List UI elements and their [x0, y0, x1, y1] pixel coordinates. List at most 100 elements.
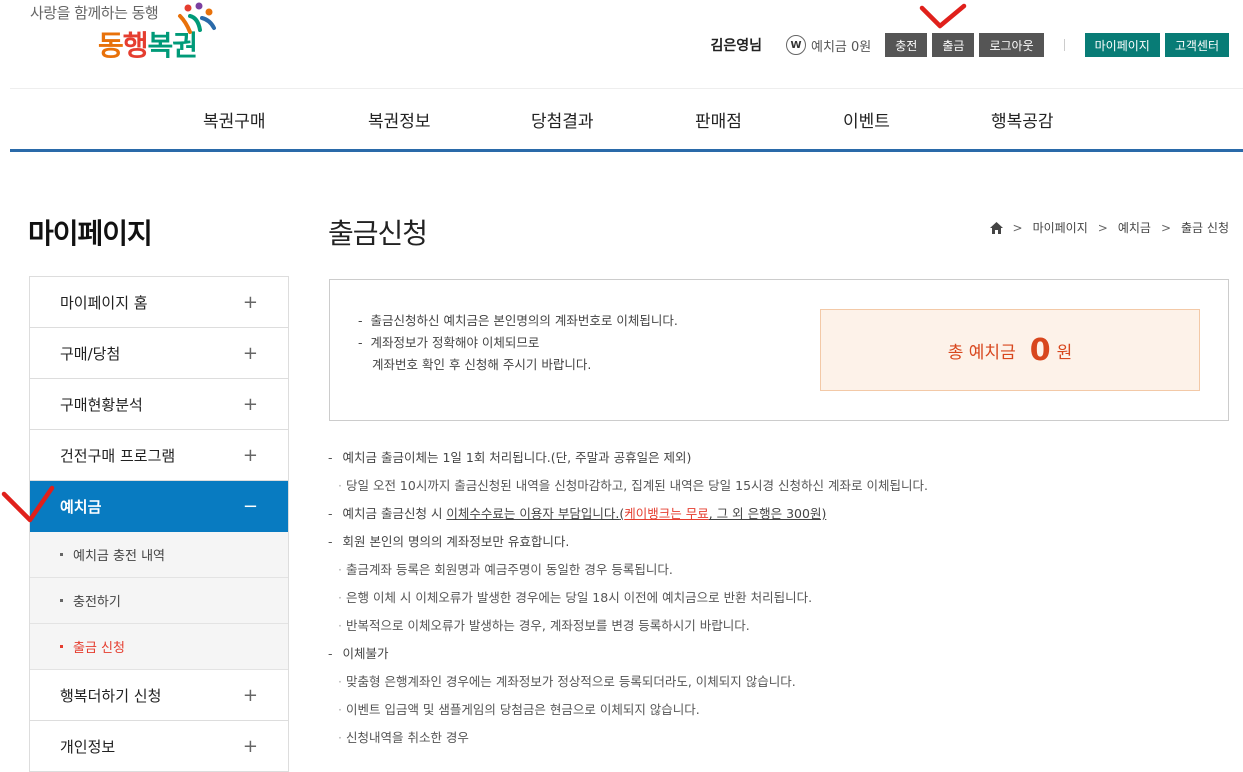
user-area: 김은영님 W 예치금 0원 충전 출금 로그아웃 마이페이지 고객센터: [710, 33, 1229, 57]
sidebar-item-purchase-analysis[interactable]: 구매현황분석 +: [30, 379, 288, 430]
total-deposit-box: 총 예치금 0 원: [820, 309, 1200, 391]
sidebar-title: 마이페이지: [28, 217, 153, 250]
sidebar-item-label: 행복더하기 신청: [60, 686, 162, 705]
notice-item: - 회원 본인의 명의의 계좌정보만 유효합니다.: [328, 534, 570, 549]
notice-text: 이체불가: [342, 646, 389, 661]
breadcrumb-item[interactable]: 마이페이지: [1033, 219, 1088, 236]
gnb-events[interactable]: 이벤트: [843, 107, 890, 132]
notice-subitem: · 신청내역을 취소한 경우: [338, 730, 469, 745]
home-icon[interactable]: [989, 221, 1003, 234]
notice-item: - 예치금 출금이체는 1일 1회 처리됩니다.(단, 주말과 공휴일은 제외): [328, 450, 692, 465]
gnb-lottery-purchase[interactable]: 복권구매: [203, 107, 266, 132]
main-navigation: 복권구매 복권정보 당첨결과 판매점 이벤트 행복공감: [10, 89, 1243, 149]
info-box: - 출금신청하신 예치금은 본인명의의 계좌번호로 이체됩니다. - 계좌정보가…: [329, 279, 1229, 421]
sidebar-subitem-charge[interactable]: 충전하기: [30, 578, 288, 624]
notice-subitem: · 반복적으로 이체오류가 발생하는 경우, 계좌정보를 변경 등록하시기 바랍니…: [338, 618, 750, 633]
logo-text-part2: 행: [122, 29, 149, 62]
notice-item: - 예치금 출금신청 시 이체수수료는 이용자 부담입니다.(케이뱅크는 무료,…: [328, 506, 827, 521]
sidebar-menu: 마이페이지 홈 + 구매/당첨 + 구매현황분석 + 건전구매 프로그램 + 예…: [29, 276, 289, 772]
gnb-stores[interactable]: 판매점: [695, 107, 742, 132]
notice-text: 반복적으로 이체오류가 발생하는 경우, 계좌정보를 변경 등록하시기 바랍니다…: [345, 618, 750, 633]
charge-button[interactable]: 충전: [885, 33, 928, 57]
total-deposit-label: 총 예치금: [947, 342, 1016, 363]
plus-icon: +: [242, 735, 258, 757]
plus-icon: +: [242, 684, 258, 706]
bullet-icon: [60, 645, 63, 648]
plus-icon: +: [242, 444, 258, 466]
notice-text: 예치금 출금이체는 1일 1회 처리됩니다.(단, 주말과 공휴일은 제외): [342, 450, 692, 465]
page-title: 출금신청: [328, 217, 428, 250]
notice-text: 은행 이체 시 이체오류가 발생한 경우에는 당일 18시 이전에 예치금으로 …: [345, 590, 813, 605]
info-line-text: 계좌정보가 정확해야 이체되므로: [370, 335, 540, 350]
chevron-right-icon: >: [1012, 220, 1023, 235]
logout-button[interactable]: 로그아웃: [979, 33, 1044, 57]
notice-text: 이벤트 입금액 및 샘플게임의 당첨금은 현금으로 이체되지 않습니다.: [345, 702, 700, 717]
sidebar-item-label: 건전구매 프로그램: [60, 446, 176, 465]
info-text: - 출금신청하신 예치금은 본인명의의 계좌번호로 이체됩니다. - 계좌정보가…: [358, 310, 678, 376]
logo-text-part1: 동: [98, 29, 124, 62]
site-logo[interactable]: 사랑을 함께하는 동행 동행복권: [28, 0, 228, 70]
notice-subitem: · 이벤트 입금액 및 샘플게임의 당첨금은 현금으로 이체되지 않습니다.: [338, 702, 700, 717]
notice-text: 맞춤형 은행계좌인 경우에는 계좌정보가 정상적으로 등록되더라도, 이체되지 …: [345, 674, 796, 689]
sidebar-subitem-label: 출금 신청: [73, 641, 125, 656]
sidebar-item-happiness-plus[interactable]: 행복더하기 신청 +: [30, 670, 288, 721]
notice-subitem: · 맞춤형 은행계좌인 경우에는 계좌정보가 정상적으로 등록되더라도, 이체되지…: [338, 674, 796, 689]
info-line-text: 출금신청하신 예치금은 본인명의의 계좌번호로 이체됩니다.: [370, 313, 678, 328]
notice-text: 신청내역을 취소한 경우: [345, 730, 469, 745]
bullet-icon: [60, 599, 63, 602]
sidebar-subitem-withdraw[interactable]: 출금 신청: [30, 624, 288, 670]
bullet-icon: [60, 553, 63, 556]
notice-kbank-free: 케이뱅크는 무료: [624, 506, 709, 521]
chevron-right-icon: >: [1160, 220, 1172, 235]
notice-fee-text: 이체수수료는 이용자 부담입니다.: [446, 506, 620, 521]
sidebar-item-personal-info[interactable]: 개인정보 +: [30, 721, 288, 772]
sidebar-item-purchase-win[interactable]: 구매/당첨 +: [30, 328, 288, 379]
sidebar-item-label: 개인정보: [60, 737, 116, 756]
plus-icon: +: [242, 291, 258, 313]
withdraw-button[interactable]: 출금: [932, 33, 975, 57]
info-line-text: 계좌번호 확인 후 신청해 주시기 바랍니다.: [372, 357, 592, 372]
gnb-happiness[interactable]: 행복공감: [991, 107, 1054, 132]
balance-label: 예치금 0원: [811, 39, 872, 55]
notice-list: - 예치금 출금이체는 1일 1회 처리됩니다.(단, 주말과 공휴일은 제외)…: [328, 447, 928, 755]
info-line: 계좌번호 확인 후 신청해 주시기 바랍니다.: [358, 354, 678, 376]
breadcrumb: > 마이페이지 > 예치금 > 출금 신청: [989, 219, 1229, 236]
notice-fee-rest: , 그 외 은행은 300원): [708, 506, 827, 521]
logo-slogan: 사랑을 함께하는 동행: [30, 4, 159, 22]
minus-icon: −: [242, 495, 258, 517]
notice-subitem: · 당일 오전 10시까지 출금신청된 내역을 신청마감하고, 집계된 내역은 당…: [338, 478, 928, 493]
notice-item: - 이체불가: [328, 646, 389, 661]
notice-text: 예치금 출금신청 시: [342, 506, 447, 521]
notice-subitem: · 출금계좌 등록은 회원명과 예금주명이 동일한 경우 등록됩니다.: [338, 562, 673, 577]
plus-icon: +: [242, 342, 258, 364]
notice-text: 회원 본인의 명의의 계좌정보만 유효합니다.: [342, 534, 570, 549]
gnb-lottery-info[interactable]: 복권정보: [368, 107, 431, 132]
user-name: 김은영님: [710, 38, 763, 54]
notice-text: 당일 오전 10시까지 출금신청된 내역을 신청마감하고, 집계된 내역은 당일…: [345, 478, 928, 493]
info-line: - 계좌정보가 정확해야 이체되므로: [358, 335, 540, 350]
sidebar-item-deposit[interactable]: 예치금 −: [30, 481, 288, 532]
plus-icon: +: [242, 393, 258, 415]
gnb-bottom-border: [10, 149, 1243, 152]
info-line: - 출금신청하신 예치금은 본인명의의 계좌번호로 이체됩니다.: [358, 313, 678, 328]
sidebar-item-healthy-program[interactable]: 건전구매 프로그램 +: [30, 430, 288, 481]
customer-center-button[interactable]: 고객센터: [1164, 33, 1229, 57]
notice-text: 출금계좌 등록은 회원명과 예금주명이 동일한 경우 등록됩니다.: [345, 562, 673, 577]
red-check-mark-icon: [1, 485, 55, 523]
notice-subitem: · 은행 이체 시 이체오류가 발생한 경우에는 당일 18시 이전에 예치금으로…: [338, 590, 813, 605]
won-coin-icon: W: [786, 35, 807, 55]
sidebar-subitem-charge-history[interactable]: 예치금 충전 내역: [30, 532, 288, 578]
breadcrumb-item-current: 출금 신청: [1181, 221, 1229, 235]
gnb-results[interactable]: 당첨결과: [531, 107, 594, 132]
sidebar-subitem-label: 예치금 충전 내역: [73, 549, 165, 564]
total-deposit-unit: 원: [1056, 342, 1073, 363]
sidebar-item-mypage-home[interactable]: 마이페이지 홈 +: [30, 277, 288, 328]
sidebar-subitem-label: 충전하기: [73, 595, 121, 610]
mypage-button[interactable]: 마이페이지: [1084, 33, 1160, 57]
breadcrumb-item[interactable]: 예치금: [1118, 219, 1151, 236]
total-deposit-amount: 0: [1029, 332, 1051, 368]
sidebar-item-label: 마이페이지 홈: [60, 293, 148, 312]
sidebar-item-label: 구매현황분석: [60, 395, 143, 414]
divider: [1063, 39, 1065, 51]
logo-people-icon: [178, 2, 216, 34]
